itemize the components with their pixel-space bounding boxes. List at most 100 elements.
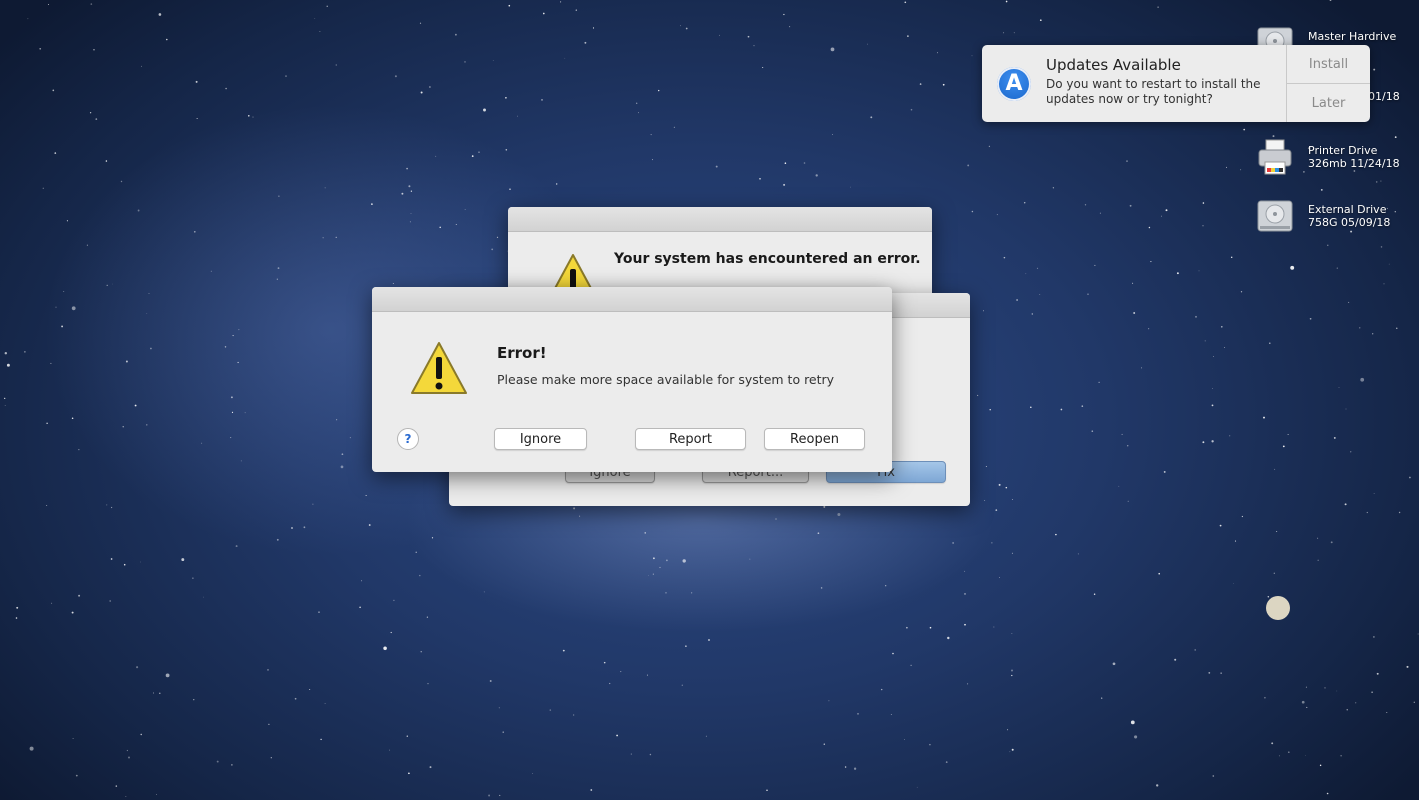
star bbox=[109, 600, 112, 602]
star bbox=[278, 195, 280, 197]
star bbox=[1077, 553, 1079, 555]
star bbox=[747, 35, 750, 38]
star bbox=[1148, 328, 1150, 330]
star bbox=[1211, 404, 1214, 407]
star bbox=[401, 192, 404, 195]
star bbox=[125, 796, 127, 797]
star bbox=[1240, 291, 1243, 293]
star bbox=[967, 164, 970, 167]
star bbox=[1276, 531, 1278, 533]
star bbox=[139, 561, 141, 563]
star bbox=[1304, 755, 1306, 756]
star bbox=[850, 186, 851, 188]
star bbox=[106, 504, 108, 506]
dialog-titlebar bbox=[372, 287, 892, 312]
star bbox=[267, 669, 269, 671]
star bbox=[136, 666, 139, 669]
star bbox=[1359, 327, 1361, 329]
star bbox=[428, 86, 431, 88]
star bbox=[61, 325, 64, 328]
star bbox=[1055, 533, 1057, 536]
star bbox=[549, 709, 552, 711]
star bbox=[409, 221, 411, 223]
star bbox=[427, 683, 429, 685]
star bbox=[1271, 742, 1274, 745]
star bbox=[158, 13, 162, 16]
star bbox=[1093, 593, 1096, 596]
star bbox=[682, 559, 686, 563]
star bbox=[4, 351, 8, 355]
later-button[interactable]: Later bbox=[1287, 84, 1370, 122]
update-notification[interactable]: A Updates Available Do you want to resta… bbox=[982, 45, 1370, 122]
dialog-message: Please make more space available for sys… bbox=[497, 372, 835, 387]
star bbox=[4, 397, 6, 400]
help-button[interactable]: ? bbox=[397, 428, 419, 450]
star bbox=[715, 165, 718, 168]
star bbox=[1336, 690, 1338, 692]
star bbox=[335, 64, 337, 66]
star bbox=[823, 505, 826, 508]
star bbox=[542, 12, 545, 15]
star bbox=[991, 542, 993, 544]
star bbox=[491, 248, 494, 251]
star bbox=[1272, 135, 1275, 138]
star bbox=[230, 396, 233, 399]
star bbox=[419, 574, 421, 577]
star bbox=[1011, 669, 1013, 672]
star bbox=[685, 645, 687, 647]
star bbox=[937, 52, 938, 54]
star bbox=[196, 118, 198, 119]
star bbox=[393, 599, 395, 602]
star bbox=[573, 507, 576, 510]
desktop-icon-printer-drive[interactable]: Printer Drive 326mb 11/24/18 bbox=[1256, 138, 1400, 178]
star bbox=[75, 774, 78, 777]
star bbox=[646, 674, 648, 676]
reopen-button[interactable]: Reopen bbox=[764, 428, 865, 450]
star bbox=[1417, 633, 1419, 635]
star bbox=[134, 404, 137, 407]
star bbox=[277, 267, 280, 269]
star bbox=[952, 542, 954, 544]
ignore-button[interactable]: Ignore bbox=[494, 428, 587, 450]
star bbox=[828, 700, 830, 702]
star bbox=[46, 505, 48, 507]
star bbox=[508, 4, 511, 7]
star bbox=[945, 761, 948, 763]
star bbox=[1319, 764, 1322, 767]
star bbox=[291, 527, 293, 529]
notification-title: Updates Available bbox=[1046, 56, 1181, 74]
star bbox=[541, 99, 543, 101]
star bbox=[1233, 582, 1235, 584]
install-button[interactable]: Install bbox=[1287, 45, 1370, 84]
star bbox=[464, 208, 466, 210]
star bbox=[665, 592, 667, 594]
star bbox=[406, 735, 409, 737]
star bbox=[988, 145, 991, 148]
star bbox=[141, 65, 143, 67]
star bbox=[110, 558, 113, 560]
star bbox=[1345, 408, 1347, 410]
star bbox=[1098, 381, 1100, 384]
report-button[interactable]: Report bbox=[635, 428, 746, 450]
star bbox=[1278, 755, 1280, 757]
star bbox=[216, 760, 219, 763]
star bbox=[1208, 671, 1211, 674]
star bbox=[1301, 700, 1305, 704]
bright-star bbox=[1266, 596, 1290, 620]
star bbox=[638, 112, 639, 114]
star bbox=[1118, 485, 1120, 487]
star bbox=[652, 573, 654, 575]
star bbox=[72, 737, 74, 740]
star bbox=[1234, 540, 1237, 542]
star bbox=[1346, 709, 1348, 711]
desktop-icon-external-drive[interactable]: External Drive 758G 05/09/18 bbox=[1256, 197, 1390, 237]
star bbox=[1317, 559, 1319, 561]
star bbox=[112, 283, 113, 285]
star bbox=[165, 673, 170, 678]
star bbox=[1375, 181, 1378, 183]
star bbox=[309, 689, 311, 690]
star bbox=[1396, 327, 1398, 329]
star bbox=[294, 697, 297, 700]
star bbox=[78, 594, 81, 597]
star bbox=[1011, 674, 1013, 677]
